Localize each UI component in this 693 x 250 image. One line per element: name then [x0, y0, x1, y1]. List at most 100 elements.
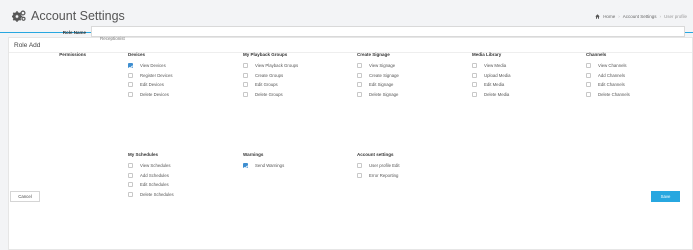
permission-checkbox[interactable] [243, 72, 248, 78]
permission-option[interactable]: Add Channels [586, 71, 630, 81]
permission-option[interactable]: View Devices [128, 61, 172, 71]
cancel-button[interactable]: Cancel [10, 191, 40, 202]
permission-label: Delete Media [484, 91, 510, 97]
permission-label: View Schedules [140, 163, 171, 169]
permission-checkbox[interactable] [243, 63, 248, 69]
permission-option[interactable]: Edit Signage [357, 80, 399, 90]
permission-option[interactable]: Delete Channels [586, 90, 630, 100]
permission-checkbox[interactable] [586, 82, 591, 88]
permission-label: Add Schedules [140, 172, 169, 178]
permission-label: Delete Channels [598, 91, 630, 97]
permission-group-title: Create Signage [357, 52, 390, 57]
permission-checkbox[interactable] [586, 63, 591, 69]
breadcrumb: Home › Account Settings › User profile [595, 14, 687, 19]
permission-label: Create Signage [369, 72, 399, 78]
permission-checkbox[interactable] [357, 82, 362, 88]
permission-label: Delete Schedules [140, 191, 174, 197]
home-icon [595, 14, 600, 19]
permission-option[interactable]: Delete Devices [128, 90, 172, 100]
permission-group: Devices View Devices Register Devices Edit … [128, 52, 172, 99]
permission-option[interactable]: Delete Media [472, 90, 511, 100]
gears-icon [12, 10, 26, 22]
permission-option[interactable]: Edit Media [472, 80, 511, 90]
permission-label: View Devices [140, 63, 166, 69]
permission-option[interactable]: Edit Groups [243, 80, 298, 90]
permission-checkbox[interactable] [128, 63, 133, 69]
role-name-input[interactable] [92, 34, 684, 43]
permission-option[interactable]: Create Signage [357, 71, 399, 81]
permission-label: Send Warnings [255, 163, 285, 169]
permission-checkbox[interactable] [357, 63, 362, 69]
page-title-text: Account Settings [31, 9, 125, 23]
permission-checkbox[interactable] [128, 163, 133, 169]
permission-option[interactable]: Add Schedules [128, 171, 174, 181]
permission-label: Edit Channels [598, 82, 625, 88]
permission-checkbox[interactable] [357, 72, 362, 78]
breadcrumb-account-settings[interactable]: Account Settings [623, 14, 657, 19]
permission-checkbox[interactable] [128, 191, 133, 197]
permission-checkbox[interactable] [472, 82, 477, 88]
permission-group-title: My Playback Groups [243, 52, 288, 57]
permission-checkbox[interactable] [128, 182, 133, 188]
permission-label: View Media [484, 63, 507, 69]
permission-option[interactable]: Send Warnings [243, 161, 284, 171]
permission-group: Account settings User profile Edit Error R… [357, 152, 400, 180]
permission-option[interactable]: View Media [472, 61, 511, 71]
permission-label: View Channels [598, 63, 627, 69]
permission-option[interactable]: View Channels [586, 61, 630, 71]
breadcrumb-current: User profile [663, 14, 687, 19]
permission-checkbox[interactable] [128, 72, 133, 78]
permission-label: Error Reporting [369, 172, 399, 178]
permission-checkbox[interactable] [586, 72, 591, 78]
permission-option[interactable]: Edit Schedules [128, 180, 174, 190]
permission-checkbox[interactable] [586, 91, 591, 97]
permission-option[interactable]: Edit Devices [128, 80, 172, 90]
permission-option[interactable]: Delete Signage [357, 90, 399, 100]
permission-checkbox[interactable] [357, 163, 362, 169]
permission-label: Upload Media [484, 72, 511, 78]
permission-group-title: Media Library [472, 52, 502, 57]
permission-option[interactable]: Register Devices [128, 71, 172, 81]
permission-label: Delete Devices [140, 91, 169, 97]
permission-option[interactable]: Delete Schedules [128, 190, 174, 200]
permission-checkbox[interactable] [243, 163, 248, 169]
permission-label: User profile Edit [369, 163, 400, 169]
permission-group: Create Signage View Signage Create Signage… [357, 52, 399, 99]
permission-option[interactable]: Upload Media [472, 71, 511, 81]
permission-checkbox[interactable] [472, 72, 477, 78]
permission-checkbox[interactable] [243, 91, 248, 97]
permission-option[interactable]: Create Groups [243, 71, 298, 81]
permission-label: Edit Groups [255, 82, 278, 88]
permission-option[interactable]: View Playback Groups [243, 61, 298, 71]
permission-label: Edit Signage [369, 82, 394, 88]
role-name-field-wrapper [91, 26, 685, 43]
permission-checkbox[interactable] [128, 91, 133, 97]
permission-option[interactable]: Delete Groups [243, 90, 298, 100]
role-name-label: Role Name [62, 30, 86, 35]
permission-checkbox[interactable] [128, 82, 133, 88]
permission-label: View Playback Groups [255, 63, 299, 69]
permission-group: My Playback Groups View Playback Groups Cr… [243, 52, 298, 99]
permission-label: View Signage [369, 63, 396, 69]
permission-option[interactable]: View Signage [357, 61, 399, 71]
permission-option[interactable]: View Schedules [128, 161, 174, 171]
permission-checkbox[interactable] [357, 91, 362, 97]
permission-label: Add Channels [598, 72, 625, 78]
page-title: Account Settings [12, 9, 125, 23]
permission-option[interactable]: User profile Edit [357, 161, 400, 171]
permission-checkbox[interactable] [357, 172, 362, 178]
permission-checkbox[interactable] [128, 172, 133, 178]
permission-group-title: Account settings [357, 152, 394, 157]
breadcrumb-home[interactable]: Home [603, 14, 615, 19]
permission-option[interactable]: Error Reporting [357, 171, 400, 181]
permission-label: Create Groups [255, 72, 284, 78]
permission-checkbox[interactable] [472, 91, 477, 97]
permission-checkbox[interactable] [243, 82, 248, 88]
permission-checkbox[interactable] [472, 63, 477, 69]
permission-label: Edit Devices [140, 82, 164, 88]
permission-label: Edit Schedules [140, 182, 169, 188]
permission-option[interactable]: Edit Channels [586, 80, 630, 90]
permission-label: Register Devices [140, 72, 173, 78]
panel-title: Role Add [14, 42, 41, 49]
save-button[interactable]: Save [651, 191, 680, 202]
